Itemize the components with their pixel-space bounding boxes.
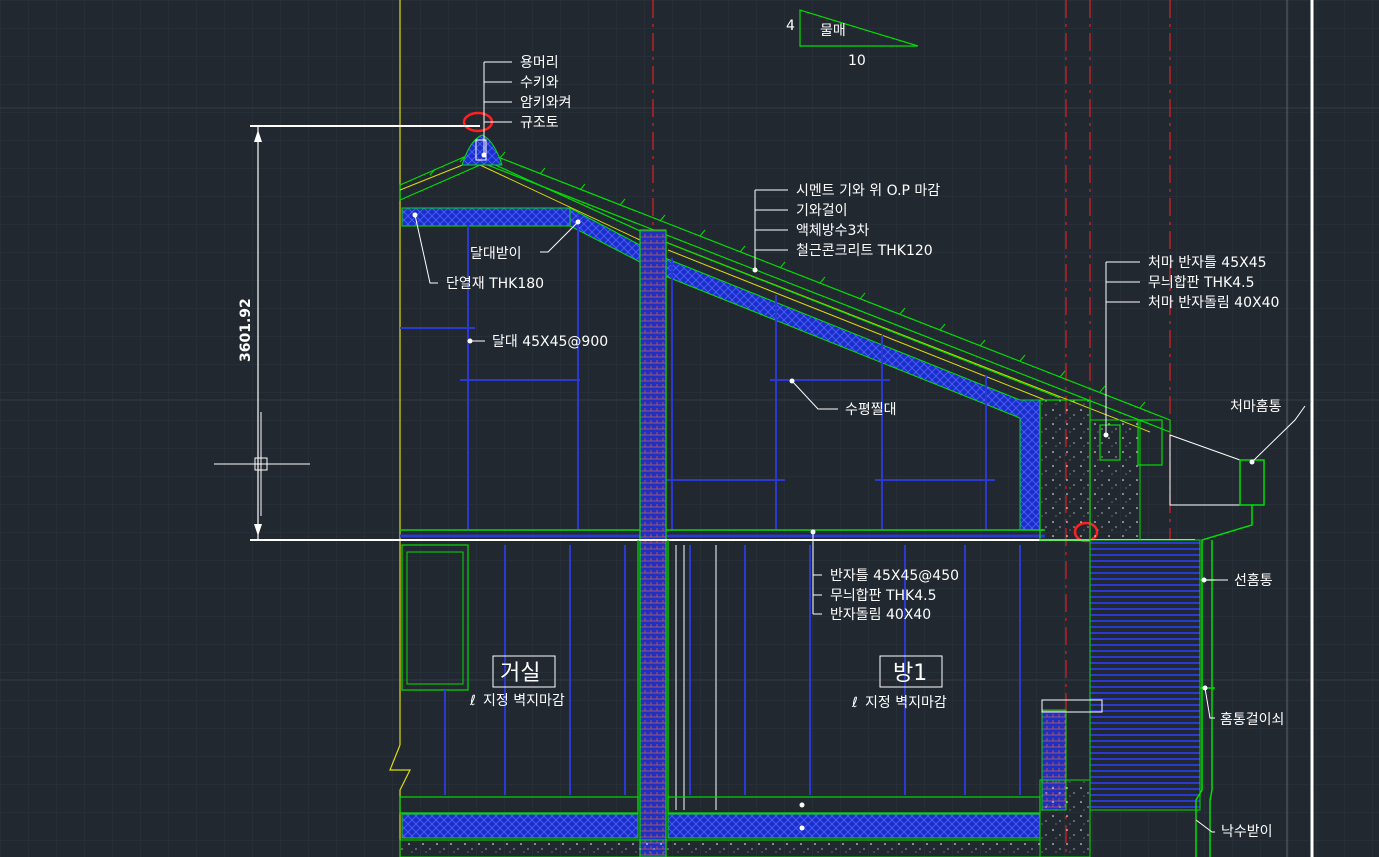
roof-label: 철근콘크리트 THK120 — [796, 243, 933, 259]
roof-label: 기와걸이 — [796, 203, 848, 219]
ridge-label: 규조토 — [520, 115, 559, 131]
insulation-label: 단열재 THK180 — [446, 276, 544, 292]
room-finish-icon: ℓ — [851, 695, 858, 711]
slope-run: 10 — [848, 53, 866, 69]
splash-block-label: 낙수받이 — [1221, 824, 1273, 840]
downpipe-label: 선홈통 — [1234, 573, 1273, 589]
roof-label: 시멘트 기와 위 O.P 마감 — [796, 183, 940, 199]
cad-drawing[interactable]: 4 10 물매 3601.92 용머리 수키와 암키와켜 규조토 시멘트 기와 … — [0, 0, 1379, 857]
ridge-label: 용머리 — [520, 55, 559, 71]
center-wall — [639, 229, 667, 857]
roof-label: 액체방수3차 — [796, 223, 869, 239]
room-finish-icon: ℓ — [469, 693, 476, 709]
pipe-bracket-label: 홈통걸이쇠 — [1220, 712, 1284, 728]
hanger-label: 달대 45X45@900 — [492, 334, 608, 350]
eave-label: 처마 반자틀 45X45 — [1148, 255, 1267, 271]
room-name: 방1 — [893, 661, 927, 686]
horizontal-brace-label: 수평찔대 — [845, 402, 897, 418]
ridge-label: 암키와켜 — [520, 95, 572, 111]
ceiling-label: 반자돌림 40X40 — [830, 607, 931, 623]
height-dimension-text: 3601.92 — [238, 298, 254, 362]
ridge-label: 수키와 — [520, 75, 559, 91]
eave-label: 처마 반자돌림 40X40 — [1148, 295, 1279, 311]
slope-rise: 4 — [786, 18, 795, 34]
room-name: 거실 — [500, 661, 540, 686]
joist-support-label: 달대받이 — [470, 246, 522, 262]
ceiling-label: 무늬합판 THK4.5 — [830, 588, 937, 604]
eave-gutter-label: 처마홈통 — [1230, 399, 1282, 415]
room-finish: 지정 벽지마감 — [865, 695, 947, 711]
slope-label: 물매 — [820, 23, 846, 39]
ceiling-label: 반자틀 45X45@450 — [830, 568, 959, 584]
eave-label: 무늬합판 THK4.5 — [1148, 275, 1255, 291]
room-finish: 지정 벽지마감 — [483, 693, 565, 709]
